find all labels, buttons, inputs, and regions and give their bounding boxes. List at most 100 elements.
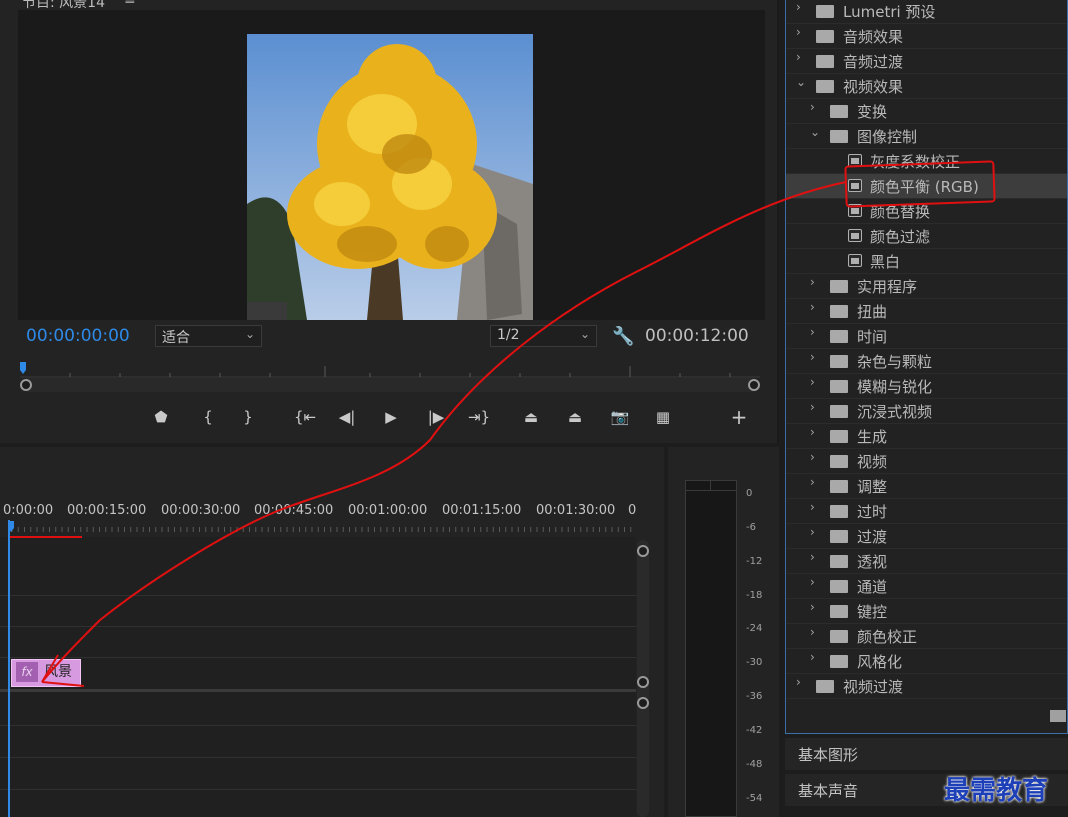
effects-tree-item[interactable]: › 音频过渡 xyxy=(786,49,1067,74)
scroll-handle[interactable] xyxy=(637,545,649,557)
go-to-out-icon[interactable]: ⇥} xyxy=(466,404,492,430)
monitor-time-ruler[interactable] xyxy=(20,360,760,378)
effects-tree-label: 视频过渡 xyxy=(843,678,904,696)
effects-tree-item[interactable]: › 视频 xyxy=(786,449,1067,474)
chevron-right-icon[interactable]: › xyxy=(810,425,815,439)
chevron-right-icon[interactable]: › xyxy=(810,350,815,364)
scroll-handle[interactable] xyxy=(637,676,649,688)
folder-icon xyxy=(816,30,834,43)
effects-tree-item[interactable]: 黑白 xyxy=(786,249,1067,274)
chevron-right-icon[interactable]: › xyxy=(796,0,801,14)
chevron-right-icon[interactable]: › xyxy=(810,650,815,664)
panel-menu-icon[interactable]: ≡ xyxy=(124,0,136,8)
chevron-down-icon[interactable]: ⌄ xyxy=(796,75,806,89)
scrollbar-left-handle[interactable] xyxy=(20,379,32,391)
step-back-icon[interactable]: ◀| xyxy=(334,404,360,430)
wrench-settings-icon[interactable]: 🔧 xyxy=(612,326,634,347)
folder-icon xyxy=(830,280,848,293)
effects-tree-item[interactable]: › 实用程序 xyxy=(786,274,1067,299)
chevron-right-icon[interactable]: › xyxy=(810,500,815,514)
effects-tree-item[interactable]: › 时间 xyxy=(786,324,1067,349)
ginkgo-tree-image xyxy=(247,34,533,320)
ruler-ticks xyxy=(8,521,632,532)
chevron-right-icon[interactable]: › xyxy=(810,450,815,464)
effects-tree-item[interactable]: › 调整 xyxy=(786,474,1067,499)
folder-icon xyxy=(816,80,834,93)
zoom-fit-select[interactable]: 适合 ⌄ xyxy=(155,325,262,347)
chevron-right-icon[interactable]: › xyxy=(810,475,815,489)
folder-icon xyxy=(830,305,848,318)
chevron-right-icon[interactable]: › xyxy=(810,625,815,639)
effects-tree-item[interactable]: ⌄ 图像控制 xyxy=(786,124,1067,149)
camera-icon[interactable]: 📷 xyxy=(607,404,633,430)
video-clip[interactable]: fx 风景 xyxy=(11,659,81,687)
step-forward-icon[interactable]: |▶ xyxy=(423,404,449,430)
effects-tree-label: 风格化 xyxy=(857,653,903,671)
extract-icon[interactable]: ⏏ xyxy=(562,404,588,430)
effects-tree-label: 灰度系数校正 xyxy=(870,153,961,171)
chevron-right-icon[interactable]: › xyxy=(810,550,815,564)
effects-tree-label: 扭曲 xyxy=(857,303,888,321)
comparison-icon[interactable]: ▦ xyxy=(650,404,676,430)
effects-tree-item[interactable]: 颜色过滤 xyxy=(786,224,1067,249)
effects-tree-item[interactable]: ⌄ 视频效果 xyxy=(786,74,1067,99)
effects-tree-item[interactable]: › 扭曲 xyxy=(786,299,1067,324)
effects-tree-item[interactable]: › 杂色与颗粒 xyxy=(786,349,1067,374)
effects-tree-item[interactable]: › 过时 xyxy=(786,499,1067,524)
chevron-right-icon[interactable]: › xyxy=(810,100,815,114)
scrollbar-right-handle[interactable] xyxy=(748,379,760,391)
playhead-line[interactable] xyxy=(8,520,10,817)
effects-tree-item[interactable]: › 模糊与锐化 xyxy=(786,374,1067,399)
effects-tree-item[interactable]: › 视频过渡 xyxy=(786,674,1067,699)
marker-icon[interactable]: ⬟ xyxy=(148,404,174,430)
effects-tree-item[interactable]: › 透视 xyxy=(786,549,1067,574)
effects-tree-item[interactable]: › 生成 xyxy=(786,424,1067,449)
row-divider xyxy=(786,698,1067,699)
effects-tree-item[interactable]: › 沉浸式视频 xyxy=(786,399,1067,424)
play-icon[interactable]: ▶ xyxy=(378,404,404,430)
effects-tree-item[interactable]: 颜色平衡 (RGB) xyxy=(786,174,1067,199)
scroll-handle[interactable] xyxy=(637,697,649,709)
chevron-right-icon[interactable]: › xyxy=(810,525,815,539)
add-button-icon[interactable]: + xyxy=(726,404,752,430)
effects-tree-item[interactable]: › 过渡 xyxy=(786,524,1067,549)
ruler-label: 00:00:15:00 xyxy=(67,503,147,518)
effects-tree-item[interactable]: › 颜色校正 xyxy=(786,624,1067,649)
folder-icon xyxy=(830,380,848,393)
chevron-right-icon[interactable]: › xyxy=(810,600,815,614)
essential-graphics-panel-tab[interactable]: 基本图形 xyxy=(785,738,1068,770)
timeline-ruler[interactable]: 0:00:00 00:00:15:00 00:00:30:00 00:00:45… xyxy=(0,495,640,535)
effects-tree-item[interactable]: › 风格化 xyxy=(786,649,1067,674)
chevron-right-icon[interactable]: › xyxy=(810,400,815,414)
timeline-tracks[interactable] xyxy=(0,537,636,817)
effects-tree-item[interactable]: › 通道 xyxy=(786,574,1067,599)
resolution-select[interactable]: 1/2 ⌄ xyxy=(490,325,597,347)
in-point-icon[interactable]: { xyxy=(195,404,221,430)
chevron-right-icon[interactable]: › xyxy=(810,300,815,314)
chevron-right-icon[interactable]: › xyxy=(810,275,815,289)
out-point-icon[interactable]: } xyxy=(235,404,261,430)
effect-icon xyxy=(848,204,862,217)
effects-tree-item[interactable]: 灰度系数校正 xyxy=(786,149,1067,174)
effects-tree-item[interactable]: 颜色替换 xyxy=(786,199,1067,224)
effects-tree-item[interactable]: › 变换 xyxy=(786,99,1067,124)
effects-tree-item[interactable]: › 键控 xyxy=(786,599,1067,624)
chevron-right-icon[interactable]: › xyxy=(796,25,801,39)
chevron-right-icon[interactable]: › xyxy=(810,325,815,339)
chevron-right-icon[interactable]: › xyxy=(810,375,815,389)
effects-tree-item[interactable]: › 音频效果 xyxy=(786,24,1067,49)
effects-tree-item[interactable]: › Lumetri 预设 xyxy=(786,0,1067,24)
lift-icon[interactable]: ⏏ xyxy=(518,404,544,430)
effects-tree-label: 视频 xyxy=(857,453,888,471)
folder-icon xyxy=(816,680,834,693)
chevron-right-icon[interactable]: › xyxy=(796,675,801,689)
chevron-down-icon[interactable]: ⌄ xyxy=(810,125,820,139)
zoom-scrollbar[interactable] xyxy=(22,378,758,392)
chevron-right-icon[interactable]: › xyxy=(810,575,815,589)
chevron-right-icon[interactable]: › xyxy=(796,50,801,64)
resolution-value: 1/2 xyxy=(497,327,520,343)
go-to-in-icon[interactable]: {⇤ xyxy=(292,404,318,430)
playhead-marker xyxy=(20,362,26,374)
current-timecode[interactable]: 00:00:00:00 xyxy=(26,326,130,346)
new-bin-icon[interactable] xyxy=(1050,710,1066,722)
